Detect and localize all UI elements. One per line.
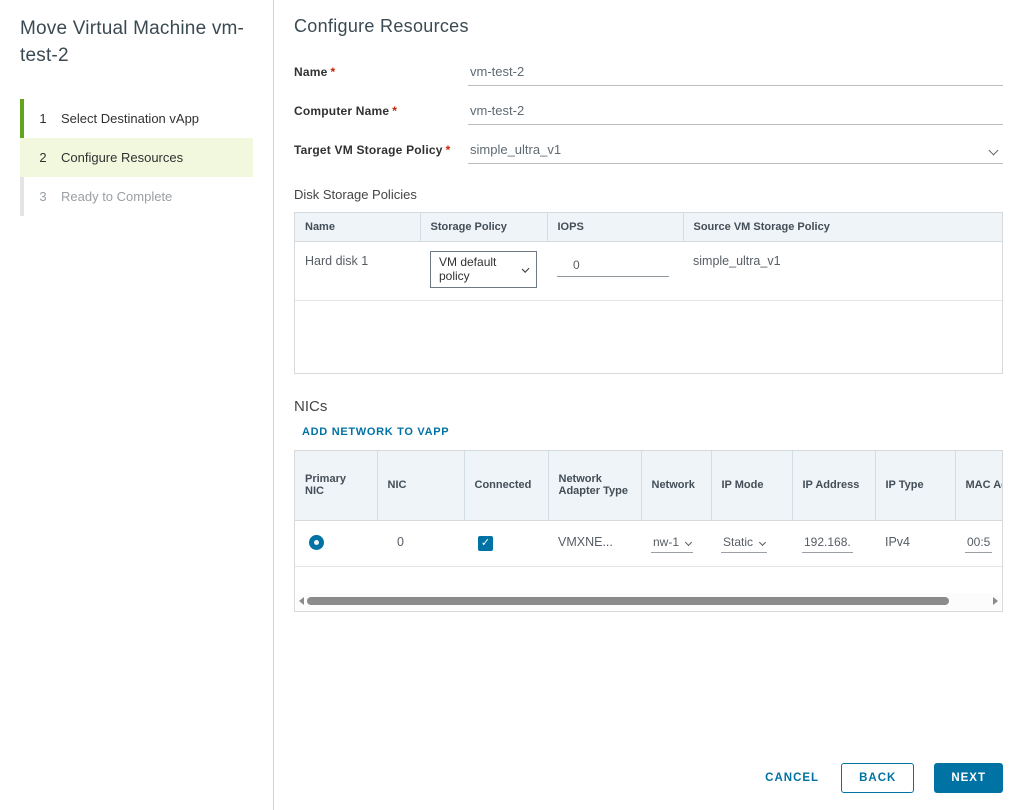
network-select[interactable]: nw-1 [651,535,693,553]
nics-heading: NICs [294,398,1003,415]
wizard-content: Configure Resources Name* vm-test-2 Comp… [275,0,1023,810]
column-header-source-vm-storage-policy: Source VM Storage Policy [683,213,1002,242]
column-header-connected: Connected [464,451,548,521]
storage-policy-cell: VM default policy [420,242,547,301]
chevron-down-icon [759,538,766,545]
computer-name-label: Computer Name* [294,104,468,125]
step-label: Ready to Complete [61,189,172,204]
name-field-row: Name* vm-test-2 [294,64,1003,86]
wizard-sidebar: Move Virtual Machine vm-test-2 1 Select … [0,0,274,810]
horizontal-scrollbar[interactable] [296,593,1001,610]
cancel-button[interactable]: CANCEL [763,764,821,792]
wizard-title: Move Virtual Machine vm-test-2 [20,16,245,69]
primary-nic-radio[interactable] [309,535,324,550]
column-header-network: Network [641,451,711,521]
mac-address-input[interactable]: 00:5 [965,535,992,553]
column-header-primary-nic: Primary NIC [295,451,377,521]
step-label: Configure Resources [61,150,183,165]
connected-cell: ✓ [464,521,548,567]
step-label: Select Destination vApp [61,111,199,126]
step-number: 3 [38,189,48,204]
wizard-step-configure-resources[interactable]: 2 Configure Resources [20,138,253,177]
computer-name-input[interactable]: vm-test-2 [468,103,1003,125]
computer-name-field-row: Computer Name* vm-test-2 [294,103,1003,125]
adapter-type-cell: VMXNE... [548,521,641,567]
primary-nic-cell [295,521,377,567]
required-asterisk: * [330,65,335,79]
chevron-down-icon [685,538,692,545]
column-header-storage-policy: Storage Policy [420,213,547,242]
wizard-step-ready-to-complete[interactable]: 3 Ready to Complete [20,177,253,216]
column-header-ip-type: IP Type [875,451,955,521]
wizard-step-select-destination-vapp[interactable]: 1 Select Destination vApp [20,99,253,138]
storage-policy-select[interactable]: VM default policy [430,251,537,288]
empty-table-space [295,301,1002,373]
add-network-to-vapp-button[interactable]: ADD NETWORK TO VAPP [302,426,449,438]
chevron-down-icon [989,146,999,156]
nic-index-cell: 0 [377,521,464,567]
ip-mode-select[interactable]: Static [721,535,767,553]
scroll-left-arrow-icon[interactable] [299,597,304,605]
disk-storage-policies-heading: Disk Storage Policies [294,187,1003,202]
nics-table: Primary NIC NIC Connected Network Adapte… [294,450,1003,612]
target-storage-policy-label: Target VM Storage Policy* [294,143,468,164]
ip-address-input[interactable]: 192.168. [802,535,853,553]
disk-storage-policies-table: Name Storage Policy IOPS Source VM Stora… [294,212,1003,374]
column-header-iops: IOPS [547,213,683,242]
connected-checkbox[interactable]: ✓ [478,536,493,551]
iops-cell: 0 [547,242,683,301]
step-number: 1 [38,111,48,126]
move-vm-wizard-dialog: Move Virtual Machine vm-test-2 1 Select … [0,0,1023,810]
name-input[interactable]: vm-test-2 [468,64,1003,86]
table-row: Hard disk 1 VM default policy 0 simple_u… [295,242,1002,301]
required-asterisk: * [392,104,397,118]
wizard-steps: 1 Select Destination vApp 2 Configure Re… [20,99,253,216]
column-header-ip-mode: IP Mode [711,451,792,521]
source-policy-cell: simple_ultra_v1 [683,242,1002,301]
chevron-down-icon [522,265,530,273]
target-storage-policy-field-row: Target VM Storage Policy* simple_ultra_v… [294,142,1003,164]
next-button[interactable]: NEXT [934,763,1003,793]
network-cell: nw-1 [641,521,711,567]
column-header-ip-address: IP Address [792,451,875,521]
ip-address-cell: 192.168. [792,521,875,567]
iops-input[interactable]: 0 [557,258,669,277]
scrollbar-track[interactable] [307,597,990,605]
column-header-name: Name [295,213,420,242]
column-header-mac-address: MAC Addre [955,451,1003,521]
table-row: 0 ✓ VMXNE... nw-1 [295,521,1003,567]
scrollbar-thumb[interactable] [307,597,949,605]
page-title: Configure Resources [294,16,1003,37]
column-header-network-adapter-type: Network Adapter Type [548,451,641,521]
column-header-nic: NIC [377,451,464,521]
wizard-footer: CANCEL BACK NEXT [763,763,1003,793]
name-label: Name* [294,65,468,86]
ip-mode-cell: Static [711,521,792,567]
target-storage-policy-select[interactable]: simple_ultra_v1 [468,142,1003,164]
ip-type-cell: IPv4 [875,521,955,567]
back-button[interactable]: BACK [841,763,914,793]
required-asterisk: * [446,143,451,157]
disk-name-cell: Hard disk 1 [295,242,420,301]
resources-form: Name* vm-test-2 Computer Name* vm-test-2… [294,64,1003,164]
scroll-right-arrow-icon[interactable] [993,597,998,605]
step-number: 2 [38,150,48,165]
mac-address-cell: 00:5 [955,521,1003,567]
